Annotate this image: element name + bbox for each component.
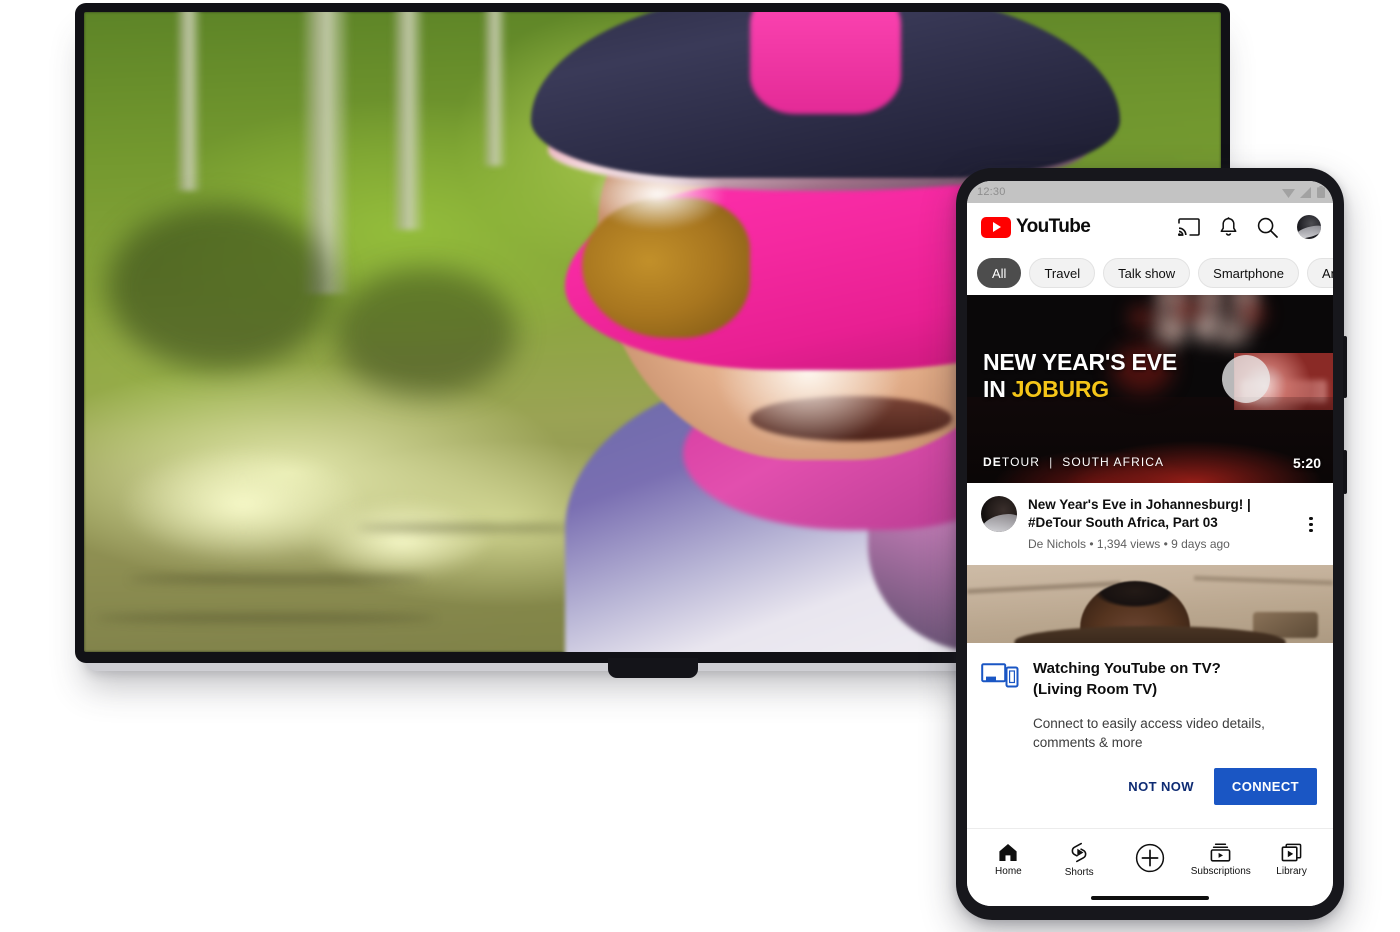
phone-frame: 12:30 YouTube All Travel Talk show Smart… <box>956 168 1347 920</box>
youtube-play-icon <box>981 216 1011 238</box>
nav-item-library[interactable]: Library <box>1256 843 1327 877</box>
nav-item-subscriptions[interactable]: Subscriptions <box>1185 842 1256 877</box>
chip-all[interactable]: All <box>977 258 1022 288</box>
concert-crowd <box>967 396 1333 483</box>
status-bar: 12:30 <box>967 181 1333 203</box>
video-title: New Year's Eve in Johannesburg! | #DeTou… <box>1028 497 1251 531</box>
connect-to-tv-dialog: Watching YouTube on TV? (Living Room TV)… <box>967 643 1333 828</box>
nav-item-shorts[interactable]: Shorts <box>1044 842 1115 878</box>
wifi-icon <box>1282 188 1295 198</box>
channel-avatar[interactable] <box>981 496 1017 532</box>
stage-light <box>1193 317 1216 337</box>
next-video-thumbnail[interactable] <box>967 565 1333 644</box>
scene: 12:30 YouTube All Travel Talk show Smart… <box>0 0 1400 932</box>
youtube-wordmark: YouTube <box>1016 216 1091 237</box>
shorts-icon <box>1071 842 1087 862</box>
youtube-logo[interactable]: YouTube <box>981 216 1091 238</box>
cell-signal-icon <box>1300 186 1311 198</box>
thumbnail-brand-strong: DE <box>983 455 1002 469</box>
bottom-navigation-bar: Home Shorts Subscriptions Library <box>967 828 1333 890</box>
phone-screen: 12:30 YouTube All Travel Talk show Smart… <box>967 181 1333 906</box>
account-avatar[interactable] <box>1297 215 1321 239</box>
stage-light <box>1179 302 1198 318</box>
thumbnail-title-prefix: IN <box>983 375 1012 402</box>
nav-label-library: Library <box>1276 865 1307 877</box>
thumbnail-title-line-2: IN JOBURG <box>983 376 1177 403</box>
video-meta-row[interactable]: New Year's Eve in Johannesburg! | #DeTou… <box>967 483 1333 566</box>
video-thumbnail[interactable]: NEW YEAR'S EVE IN JOBURG DETOUR | SOUTH … <box>967 295 1333 483</box>
home-indicator[interactable] <box>967 890 1333 906</box>
chip-smartphone[interactable]: Smartphone <box>1198 258 1299 288</box>
header-actions <box>1178 215 1321 239</box>
thumbnail-brand-name: DETOUR <box>983 455 1040 469</box>
nav-label-subscriptions: Subscriptions <box>1190 865 1251 877</box>
thumbnail-title: NEW YEAR'S EVE IN JOBURG <box>983 349 1177 402</box>
nav-label-shorts: Shorts <box>1064 866 1094 878</box>
power-button[interactable] <box>1343 450 1347 494</box>
cast-icon[interactable] <box>1178 217 1200 237</box>
dialog-heading-line-1: Watching YouTube on TV? <box>1033 660 1221 678</box>
tv-and-phone-icon <box>981 659 1019 700</box>
connect-button[interactable]: CONNECT <box>1213 767 1317 805</box>
android-phone: 12:30 YouTube All Travel Talk show Smart… <box>956 168 1347 920</box>
nav-label-home: Home <box>995 865 1022 877</box>
forest-shade <box>106 204 335 371</box>
thumbnail-title-accent: JOBURG <box>1011 375 1109 402</box>
chip-travel[interactable]: Travel <box>1029 258 1096 288</box>
dialog-top: Watching YouTube on TV? (Living Room TV) <box>981 659 1319 700</box>
chip-talk-show[interactable]: Talk show <box>1103 258 1191 288</box>
youtube-header: YouTube <box>967 203 1333 251</box>
create-plus-icon <box>1135 843 1165 872</box>
stage-light <box>1160 321 1183 341</box>
stage-light <box>1131 310 1150 326</box>
not-now-button[interactable]: NOT NOW <box>1114 769 1208 804</box>
stage-light <box>1245 306 1264 322</box>
library-icon <box>1281 843 1302 861</box>
video-meta-text: New Year's Eve in Johannesburg! | #DeTou… <box>1028 496 1290 551</box>
touch-ripple-indicator <box>1222 355 1270 403</box>
dialog-heading: Watching YouTube on TV? (Living Room TV) <box>1033 659 1221 700</box>
tv-stand <box>607 658 698 678</box>
status-time: 12:30 <box>977 186 1006 198</box>
volume-button[interactable] <box>1343 336 1347 398</box>
nav-item-create[interactable] <box>1115 843 1186 877</box>
chip-partial[interactable]: An <box>1307 258 1333 288</box>
thumbnail-brand: DETOUR | SOUTH AFRICA <box>983 455 1164 469</box>
dialog-heading-line-2: (Living Room TV) <box>1033 680 1158 698</box>
filter-chips-row[interactable]: All Travel Talk show Smartphone An <box>967 251 1333 295</box>
video-duration-badge: 5:20 <box>1292 455 1321 471</box>
status-icons <box>1282 186 1325 198</box>
search-icon[interactable] <box>1257 217 1278 238</box>
home-icon <box>999 843 1017 861</box>
thumbnail-brand-rest: TOUR <box>1001 455 1041 469</box>
cyclist-helmet-accent <box>749 12 902 115</box>
nav-item-home[interactable]: Home <box>973 843 1044 877</box>
thumbnail-brand-region: SOUTH AFRICA <box>1062 455 1165 469</box>
notifications-bell-icon[interactable] <box>1219 216 1238 238</box>
dialog-body-text: Connect to easily access video details, … <box>1033 715 1265 750</box>
dialog-actions: NOT NOW CONNECT <box>981 767 1319 805</box>
subscriptions-icon <box>1210 842 1231 862</box>
thumbnail-brand-separator: | <box>1049 455 1054 469</box>
video-stats: De Nichols • 1,394 views • 9 days ago <box>1028 537 1230 552</box>
overflow-menu-icon[interactable] <box>1301 496 1321 551</box>
tree-trunk <box>174 12 203 192</box>
thumbnail-title-line-1: NEW YEAR'S EVE <box>983 349 1177 375</box>
battery-icon <box>1317 186 1325 198</box>
